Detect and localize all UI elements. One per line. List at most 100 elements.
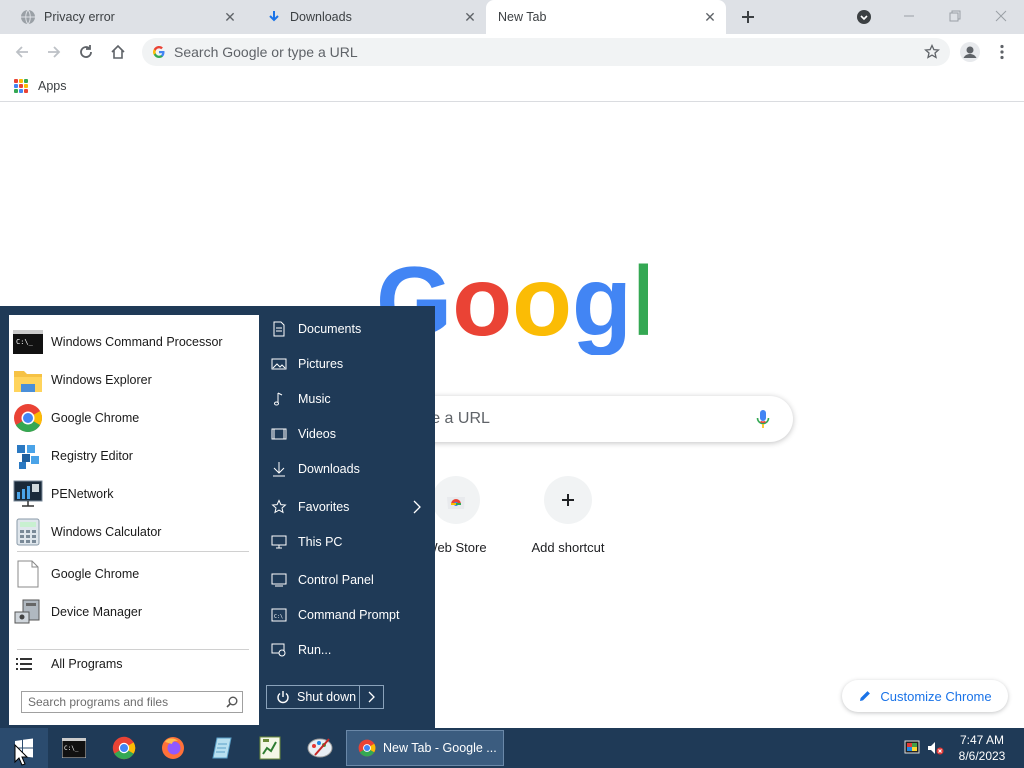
taskbar-chrome[interactable] bbox=[108, 732, 140, 764]
chevron-right-icon bbox=[413, 500, 421, 517]
profile-button[interactable] bbox=[956, 38, 984, 66]
tab-privacy-error[interactable]: Privacy error ✕ bbox=[0, 0, 246, 34]
shut-down-options-button[interactable] bbox=[359, 686, 383, 708]
music-icon bbox=[269, 389, 289, 409]
close-tab-icon[interactable]: ✕ bbox=[462, 9, 478, 25]
shut-down-button[interactable]: Shut down bbox=[266, 685, 384, 709]
paint-icon bbox=[307, 738, 333, 758]
start-item-calculator[interactable]: Windows Calculator bbox=[9, 513, 259, 551]
start-place-music[interactable]: Music bbox=[267, 384, 429, 414]
all-programs-label: All Programs bbox=[51, 657, 123, 671]
chevron-right-icon bbox=[368, 691, 375, 703]
start-item-cmd[interactable]: C:\_ Windows Command Processor bbox=[9, 323, 259, 361]
chrome-menu-button[interactable] bbox=[990, 38, 1014, 66]
star-icon bbox=[269, 497, 289, 517]
taskbar-task-chrome[interactable]: New Tab - Google ... bbox=[346, 730, 504, 766]
start-place-command-prompt[interactable]: C:\ Command Prompt bbox=[267, 600, 429, 630]
start-place-label: Favorites bbox=[298, 500, 350, 514]
shut-down-label: Shut down bbox=[297, 690, 357, 704]
start-item-label: Windows Calculator bbox=[51, 525, 162, 539]
display-icon[interactable] bbox=[904, 740, 920, 756]
taskbar-cmd[interactable]: C:\_ bbox=[58, 732, 90, 764]
minimize-icon bbox=[904, 15, 914, 17]
restore-icon bbox=[949, 10, 961, 22]
all-programs-button[interactable]: All Programs bbox=[9, 649, 259, 679]
pencil-icon bbox=[858, 689, 872, 703]
home-button[interactable] bbox=[104, 38, 132, 66]
reload-button[interactable] bbox=[72, 38, 100, 66]
start-item-recent-chrome[interactable]: Google Chrome bbox=[9, 555, 259, 593]
logo-letter: l bbox=[632, 255, 648, 355]
arrow-right-icon bbox=[48, 46, 61, 58]
task-label: New Tab - Google ... bbox=[383, 741, 497, 755]
logo-letter: g bbox=[572, 255, 632, 355]
taskbar-paint[interactable] bbox=[304, 732, 336, 764]
taskbar-spreadsheet[interactable] bbox=[254, 732, 286, 764]
omnibox[interactable] bbox=[142, 38, 950, 66]
start-item-registry[interactable]: Registry Editor bbox=[9, 437, 259, 475]
start-place-videos[interactable]: Videos bbox=[267, 419, 429, 449]
tab-title: New Tab bbox=[498, 10, 547, 24]
list-icon bbox=[14, 654, 34, 674]
taskbar-firefox[interactable] bbox=[157, 732, 189, 764]
tab-new-tab[interactable]: New Tab ✕ bbox=[486, 0, 726, 34]
star-icon bbox=[924, 44, 940, 59]
customize-chrome-button[interactable]: Customize Chrome bbox=[842, 680, 1008, 712]
back-button[interactable] bbox=[8, 38, 36, 66]
bookmark-star-button[interactable] bbox=[918, 38, 946, 66]
tile-label: Add shortcut bbox=[531, 540, 605, 555]
forward-button[interactable] bbox=[40, 38, 68, 66]
omnibox-input[interactable] bbox=[174, 44, 918, 60]
tab-search-button[interactable] bbox=[854, 8, 874, 26]
start-place-pictures[interactable]: Pictures bbox=[267, 349, 429, 379]
start-search-input[interactable] bbox=[22, 695, 222, 709]
minimize-button[interactable] bbox=[886, 0, 932, 32]
close-tab-icon[interactable]: ✕ bbox=[222, 9, 238, 25]
apps-shortcut[interactable]: Apps bbox=[10, 76, 67, 96]
tab-title: Downloads bbox=[290, 10, 352, 24]
bookmarks-bar: Apps bbox=[0, 70, 1024, 102]
start-place-control-panel[interactable]: Control Panel bbox=[267, 565, 429, 595]
plus-icon bbox=[742, 11, 754, 23]
start-item-penetwork[interactable]: PENetwork bbox=[9, 475, 259, 513]
start-item-chrome[interactable]: Google Chrome bbox=[9, 399, 259, 437]
logo-letter: o bbox=[452, 255, 512, 355]
cmd-icon: C:\ bbox=[269, 605, 289, 625]
taskbar-notepad[interactable] bbox=[206, 732, 238, 764]
start-place-documents[interactable]: Documents bbox=[267, 314, 429, 344]
start-search-box[interactable] bbox=[21, 691, 243, 713]
network-icon bbox=[12, 478, 44, 510]
taskbar: C:\_ New Tab - Google ... 7:47 AM 8/6/20… bbox=[0, 728, 1024, 768]
customize-label: Customize Chrome bbox=[880, 688, 992, 704]
start-item-device-manager[interactable]: Device Manager bbox=[9, 593, 259, 631]
start-place-favorites[interactable]: Favorites bbox=[267, 492, 429, 522]
start-item-explorer[interactable]: Windows Explorer bbox=[9, 361, 259, 399]
shortcut-tile-add[interactable]: Add shortcut bbox=[512, 476, 624, 566]
home-icon bbox=[111, 44, 125, 59]
clock[interactable]: 7:47 AM 8/6/2023 bbox=[952, 732, 1012, 764]
start-item-label: Google Chrome bbox=[51, 411, 140, 425]
close-tab-icon[interactable]: ✕ bbox=[702, 9, 718, 25]
start-item-label: PENetwork bbox=[51, 487, 114, 501]
restore-button[interactable] bbox=[932, 0, 978, 32]
tab-title: Privacy error bbox=[44, 10, 115, 24]
tab-downloads[interactable]: Downloads ✕ bbox=[246, 0, 486, 34]
device-manager-icon bbox=[12, 596, 44, 628]
volume-muted-icon[interactable] bbox=[926, 740, 944, 756]
apps-grid-icon bbox=[14, 79, 28, 93]
start-menu-programs-panel: C:\_ Windows Command Processor Windows E… bbox=[9, 315, 259, 725]
start-place-downloads[interactable]: Downloads bbox=[267, 454, 429, 484]
avatar-icon bbox=[960, 42, 980, 62]
document-icon bbox=[12, 558, 44, 590]
google-g-icon bbox=[151, 44, 167, 60]
search-icon bbox=[222, 696, 242, 708]
new-tab-button[interactable] bbox=[736, 5, 760, 29]
start-place-run[interactable]: Run... bbox=[267, 635, 429, 665]
voice-search-button[interactable] bbox=[743, 399, 783, 439]
start-place-label: Music bbox=[298, 392, 331, 406]
power-icon bbox=[273, 687, 293, 707]
close-window-button[interactable] bbox=[978, 0, 1024, 32]
chrome-icon bbox=[357, 738, 377, 758]
start-place-this-pc[interactable]: This PC bbox=[267, 527, 429, 557]
download-icon bbox=[266, 9, 282, 25]
